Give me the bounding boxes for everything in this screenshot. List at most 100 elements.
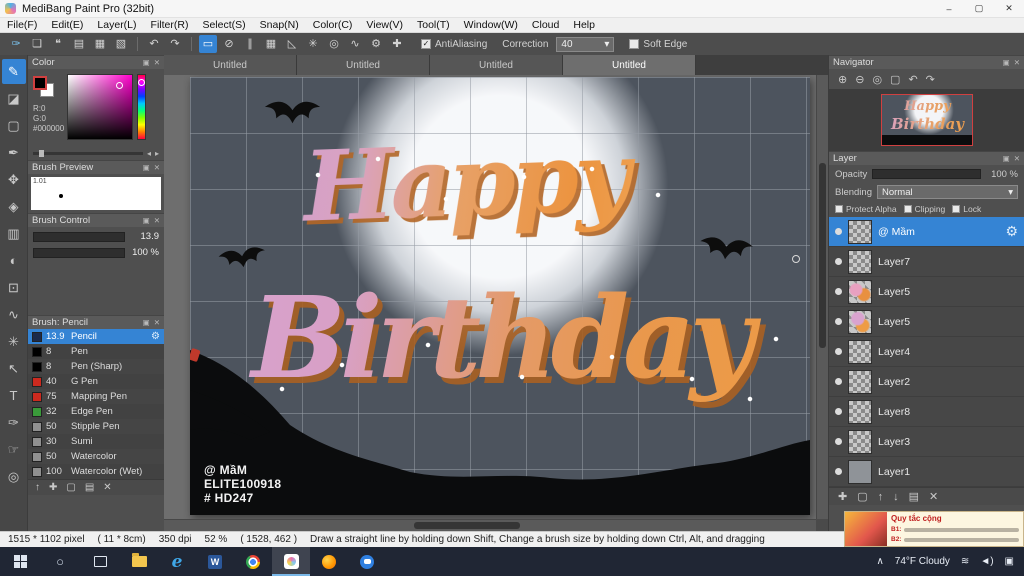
- layer-row[interactable]: Layer4: [829, 337, 1024, 367]
- search-button[interactable]: ○: [40, 547, 80, 576]
- layer-row[interactable]: Layer7: [829, 247, 1024, 277]
- snap-circle-icon[interactable]: ◎: [325, 35, 343, 53]
- lock-toggle[interactable]: Lock: [952, 204, 981, 214]
- layer-row[interactable]: Layer2: [829, 367, 1024, 397]
- color-prev-icon[interactable]: ◂: [147, 149, 151, 158]
- layer-row[interactable]: Layer5: [829, 307, 1024, 337]
- volume-icon[interactable]: ◄): [980, 556, 993, 567]
- maximize-button[interactable]: ▢: [964, 0, 994, 17]
- tool-fill[interactable]: ◈: [2, 194, 26, 219]
- close-button[interactable]: ✕: [994, 0, 1024, 17]
- layer-visibility-toggle[interactable]: [835, 378, 842, 385]
- hidden-icons-chevron[interactable]: ∧: [876, 556, 883, 567]
- snap-curve-icon[interactable]: ∿: [346, 35, 364, 53]
- color-history-knob[interactable]: [39, 150, 44, 157]
- close-icon[interactable]: ✕: [154, 216, 160, 225]
- tool-select[interactable]: ▢: [2, 113, 26, 138]
- undo-button[interactable]: ↶: [145, 35, 163, 53]
- canvas-viewport[interactable]: Happy Birthday @ MầM ELITE100918 # HD247: [164, 75, 816, 519]
- menu-window[interactable]: Window(W): [457, 19, 525, 31]
- saturation-square[interactable]: [67, 74, 133, 140]
- grid-view-icon[interactable]: ▦: [91, 35, 109, 53]
- brush-item-sumi[interactable]: 30 Sumi: [28, 434, 164, 449]
- minimize-button[interactable]: –: [934, 0, 964, 17]
- snap-parallel-icon[interactable]: ∥: [241, 35, 259, 53]
- layer-visibility-toggle[interactable]: [835, 228, 842, 235]
- layer-visibility-toggle[interactable]: [835, 288, 842, 295]
- layer-settings-icon[interactable]: ⚙: [1005, 223, 1018, 240]
- hue-slider[interactable]: [137, 74, 146, 140]
- tool-hand[interactable]: ☞: [2, 437, 26, 462]
- tab-untitled-3[interactable]: Untitled: [430, 55, 563, 75]
- brush-settings-icon[interactable]: ⚙: [151, 331, 160, 342]
- close-icon[interactable]: ✕: [154, 58, 160, 67]
- brush-item-pencil[interactable]: 13.9 Pencil ⚙: [28, 329, 164, 344]
- popout-icon[interactable]: ▣: [143, 163, 150, 172]
- brush-item-stipple-pen[interactable]: 50 Stipple Pen: [28, 419, 164, 434]
- comment-icon[interactable]: ❝: [49, 35, 67, 53]
- layer-visibility-toggle[interactable]: [835, 438, 842, 445]
- protect-alpha-toggle[interactable]: Protect Alpha: [835, 204, 897, 214]
- zoom-reset-icon[interactable]: ◎: [872, 73, 882, 86]
- materials-icon[interactable]: ▧: [112, 35, 130, 53]
- menu-tool[interactable]: Tool(T): [410, 19, 457, 31]
- menu-snap[interactable]: Snap(N): [253, 19, 306, 31]
- layer-visibility-toggle[interactable]: [835, 258, 842, 265]
- lock-checkbox[interactable]: [952, 205, 961, 213]
- action-center-icon[interactable]: ▣: [1005, 556, 1014, 567]
- layer-folder-icon[interactable]: ▤: [909, 490, 919, 503]
- navigator-thumbnail[interactable]: Happy Birthday: [880, 94, 973, 146]
- add-brush-icon[interactable]: ✚: [49, 482, 57, 493]
- antialiasing-toggle[interactable]: ✓ AntiAliasing: [421, 39, 487, 50]
- taskbar-app-chat[interactable]: [348, 547, 386, 576]
- popout-icon[interactable]: ▣: [1003, 154, 1010, 163]
- tool-marquee[interactable]: ⊡: [2, 275, 26, 300]
- stabilizer-icon[interactable]: ✑: [7, 35, 25, 53]
- snap-off-icon[interactable]: ⊘: [220, 35, 238, 53]
- add-layer-icon[interactable]: ✚: [838, 490, 847, 503]
- menu-edit[interactable]: Edit(E): [44, 19, 90, 31]
- network-icon[interactable]: ≋: [961, 556, 969, 567]
- tool-move[interactable]: ✥: [2, 167, 26, 192]
- tool-magic-wand[interactable]: ✳: [2, 329, 26, 354]
- layer-row[interactable]: Layer8: [829, 397, 1024, 427]
- color-next-icon[interactable]: ▸: [155, 149, 159, 158]
- tool-lasso[interactable]: ∿: [2, 302, 26, 327]
- vertical-scroll-thumb[interactable]: [819, 163, 826, 348]
- brush-item-pen-sharp[interactable]: 8 Pen (Sharp): [28, 359, 164, 374]
- soft-edge-checkbox[interactable]: [629, 39, 640, 49]
- tab-untitled-4-active[interactable]: Untitled: [563, 55, 696, 75]
- brush-item-watercolor-wet[interactable]: 100 Watercolor (Wet): [28, 464, 164, 479]
- zoom-in-icon[interactable]: ⊕: [838, 73, 847, 86]
- menu-file[interactable]: File(F): [0, 19, 44, 31]
- tool-pen[interactable]: ✒: [2, 140, 26, 165]
- new-canvas-icon[interactable]: ❏: [28, 35, 46, 53]
- tool-brush[interactable]: ✎: [1, 59, 26, 84]
- layer-down-icon[interactable]: ↓: [893, 491, 899, 503]
- tool-operation[interactable]: ↖: [2, 356, 26, 381]
- taskbar-app-explorer[interactable]: [120, 547, 158, 576]
- brush-item-mapping-pen[interactable]: 75 Mapping Pen: [28, 389, 164, 404]
- blending-dropdown[interactable]: Normal ▾: [876, 185, 1018, 199]
- snap-crisscross-icon[interactable]: ▦: [262, 35, 280, 53]
- redo-button[interactable]: ↷: [166, 35, 184, 53]
- soft-edge-toggle[interactable]: Soft Edge: [629, 39, 687, 50]
- brush-export-icon[interactable]: ↑: [35, 482, 40, 493]
- brush-size-slider[interactable]: [33, 231, 125, 242]
- menu-help[interactable]: Help: [566, 19, 602, 31]
- rotate-left-icon[interactable]: ↶: [908, 73, 917, 86]
- tool-blur[interactable]: ◐: [2, 248, 26, 273]
- layer-row[interactable]: Layer5: [829, 277, 1024, 307]
- antialiasing-checkbox[interactable]: ✓: [421, 39, 431, 49]
- popout-icon[interactable]: ▣: [143, 216, 150, 225]
- menu-view[interactable]: View(V): [359, 19, 410, 31]
- brush-opacity-slider[interactable]: [33, 247, 125, 258]
- popout-icon[interactable]: ▣: [143, 58, 150, 67]
- weather-widget[interactable]: 74°F Cloudy: [895, 556, 950, 567]
- color-history-track[interactable]: [33, 150, 143, 157]
- brush-item-g-pen[interactable]: 40 G Pen: [28, 374, 164, 389]
- menu-select[interactable]: Select(S): [195, 19, 252, 31]
- menu-color[interactable]: Color(C): [306, 19, 360, 31]
- promo-popup[interactable]: Quy tắc cộng B1: B2:: [844, 511, 1024, 547]
- vertical-scrollbar[interactable]: [816, 75, 828, 519]
